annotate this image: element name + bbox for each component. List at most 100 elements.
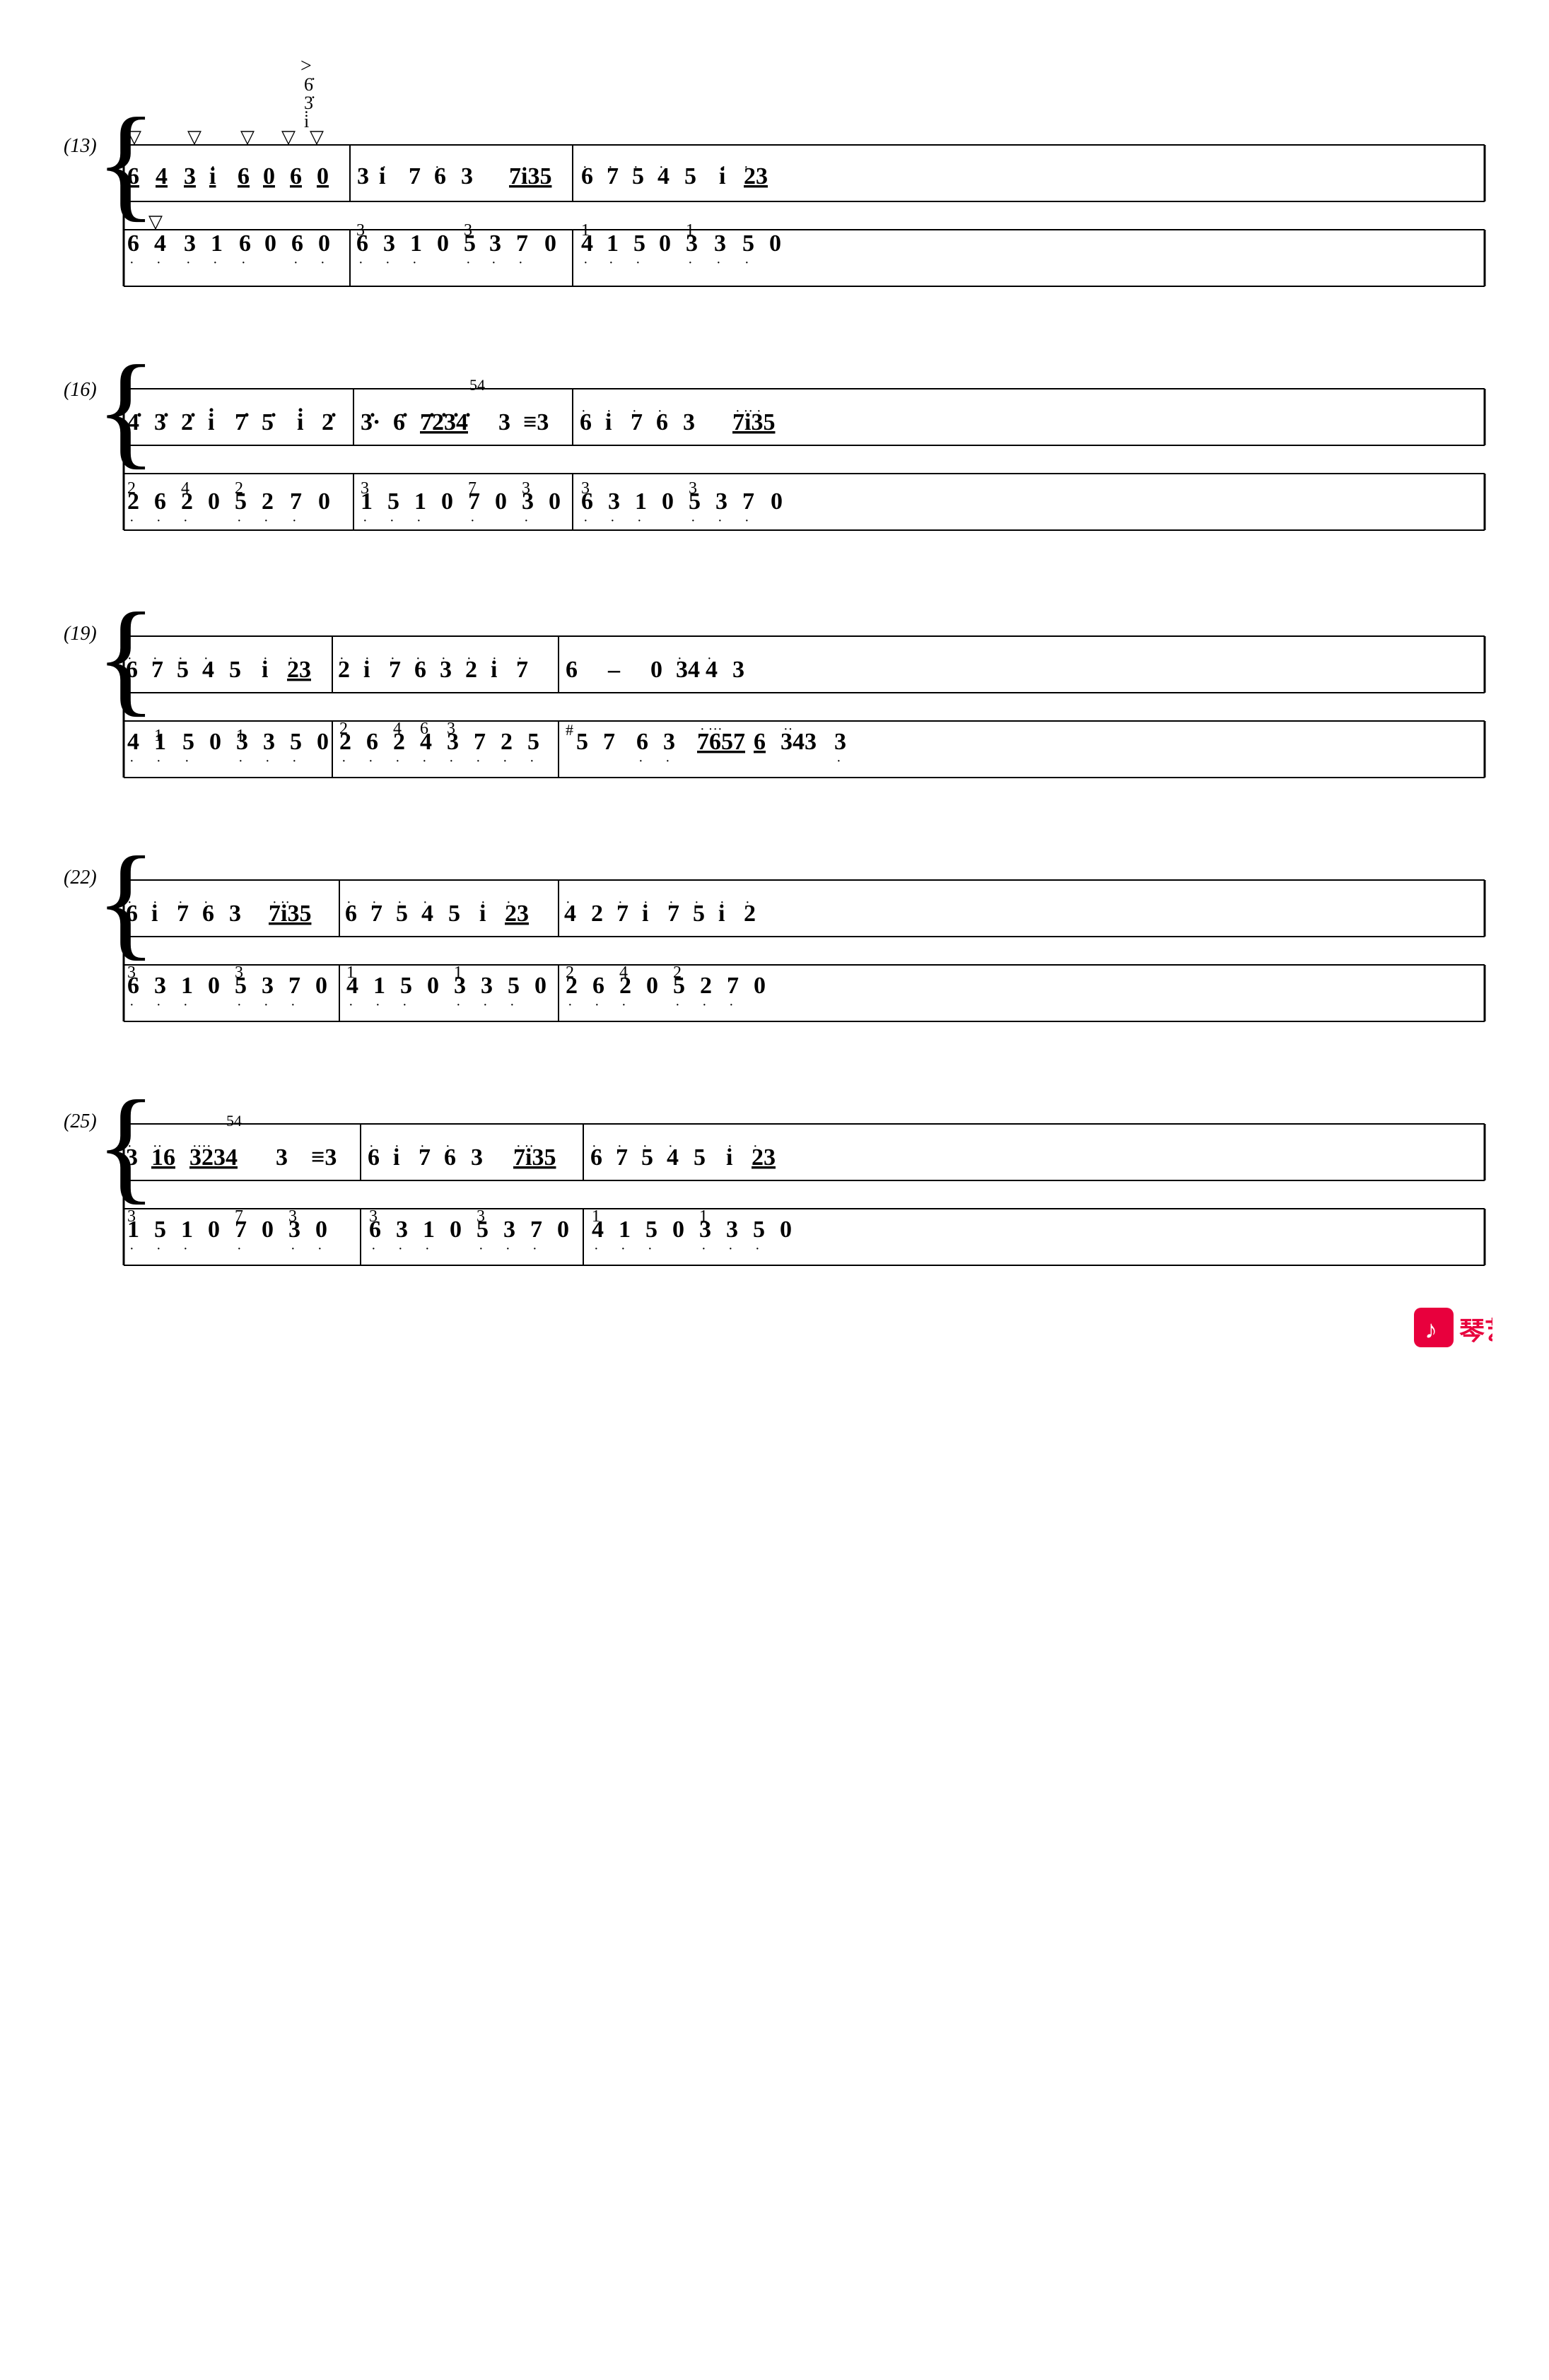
dot-1-l19: · (156, 754, 161, 769)
note-3-u16m3: 3 (683, 409, 695, 435)
note-3-l19m2: 3 (447, 729, 459, 755)
note-i-u25m3: i (726, 1144, 732, 1171)
dot-6-l19m2: · (368, 754, 373, 769)
note-5-l22: 5 (235, 973, 247, 999)
note-7-u19: 7 (151, 657, 163, 683)
down-bow-1: ▽ (127, 127, 141, 147)
system-number-19: (19) (64, 623, 97, 645)
note-3-u22: 3 (229, 901, 241, 927)
note-5-u16: 5̇ (262, 409, 276, 435)
note-2-l19m2: 2 (339, 729, 351, 755)
note-23-u19: 23 (287, 657, 311, 683)
note-3b-l25m2: 3 (503, 1217, 515, 1243)
note-5-u22m3: 5 (693, 901, 705, 927)
note-5-l19m2: 5 (527, 729, 539, 755)
note-4-u19m3: 4 (706, 657, 718, 683)
dot-5-l25m3b: · (755, 1241, 760, 1257)
note-0-l25: 0 (208, 1217, 220, 1243)
dot-below-5-l16m3: · (691, 513, 696, 529)
dot-4-l25m3: · (594, 1241, 599, 1257)
dot-1-l25: · (129, 1241, 134, 1257)
dot-3b-l19: · (265, 754, 270, 769)
note-0-l16m3: 0 (771, 488, 783, 515)
note-0b-l13: 0 (318, 230, 330, 257)
note-6-u22b: 6 (202, 901, 214, 927)
note-5-lm2-13: 5 (464, 230, 476, 257)
dot-below-3b-lm3: · (716, 255, 721, 271)
note-0-l22m3: 0 (754, 973, 766, 999)
note-3-l16m3: 3 (608, 488, 620, 515)
note-0-l25m2: 0 (450, 1217, 462, 1243)
note-3b-lm3-13: 3 (714, 230, 726, 257)
note-7-u16m3: 7 (631, 409, 643, 435)
dot-3b-l22m2: · (483, 997, 488, 1013)
dot-below-1-l16m2: · (363, 513, 368, 529)
rest-u19m3: – (607, 657, 621, 683)
note-343-l19m3: 343 (781, 729, 817, 755)
note-4-l19: 4 (127, 729, 139, 755)
note-i-u16m3: i (605, 409, 612, 435)
note-7-lm2-13: 7 (516, 230, 528, 257)
tuplet-54-25: 54 (226, 1112, 242, 1130)
note-5-l19b: 5 (290, 729, 302, 755)
note-23-u22m2: 23 (505, 901, 529, 927)
note-5-l22m2b: 5 (508, 973, 520, 999)
note-7-m3-u13: 7 (607, 163, 619, 189)
note-5b-m3-u13: 5 (684, 163, 696, 189)
note-7-l25: 7 (235, 1217, 247, 1243)
note-3-l25m2: 3 (396, 1217, 408, 1243)
note-5-l25m2: 5 (477, 1217, 489, 1243)
dot-below-1-l16m3: · (637, 513, 642, 529)
dot-2c-l22m3: · (702, 997, 707, 1013)
note-3-l22: 3 (154, 973, 166, 999)
note-1-l13: 1 (211, 230, 223, 257)
note-5-u25m3: 5 (641, 1144, 653, 1171)
dot-7-l22m3: · (729, 997, 734, 1013)
dot-3b-l19m3: · (836, 754, 841, 769)
dot-below-0b: · (320, 255, 325, 271)
note-7-l19m3: 7 (603, 729, 615, 755)
note-5-u25m3b: 5 (694, 1144, 706, 1171)
note-6c-u13: 6 (290, 163, 302, 189)
dot-2-l19m2: · (341, 754, 346, 769)
note-3-u25m2: 3 (471, 1144, 483, 1171)
dot-5-l25m2: · (479, 1241, 484, 1257)
note-3b-l25m3: 3 (726, 1217, 738, 1243)
note-i-u25m2: i (393, 1144, 399, 1171)
note-7-u19m2b: 7 (516, 657, 528, 683)
dot-7-l22: · (291, 997, 296, 1013)
ornament-6-dot: 6̇ (304, 74, 315, 95)
dot-below-3-lm2: · (385, 255, 390, 271)
dot-below-5-lm3: · (636, 255, 641, 271)
note-i2-u16: i̇ (297, 408, 303, 435)
dot-2-l22m3: · (568, 997, 573, 1013)
brace-13: { (95, 92, 156, 233)
note-0-l25m3: 0 (672, 1217, 684, 1243)
note-i-m3-u13: i (719, 163, 725, 189)
note-3b-l19: 3 (263, 729, 275, 755)
logo-symbol: ♪ (1425, 1315, 1437, 1344)
note-2c-l19m2: 2 (501, 729, 513, 755)
note-3-u16m2: 3 (498, 409, 510, 435)
note-6c-l13: 6 (291, 230, 303, 257)
dot-6-l22: · (129, 997, 134, 1013)
system-number-22: (22) (64, 867, 97, 889)
brace-16: { (95, 339, 156, 480)
dot-5-l22m2b: · (510, 997, 515, 1013)
dot-1-l25m2: · (425, 1241, 430, 1257)
dot-3-l25: · (291, 1241, 296, 1257)
note-6b-u25m2: 6 (444, 1144, 456, 1171)
note-1-l16m2: 1 (361, 488, 373, 515)
system-number-25: (25) (64, 1110, 97, 1132)
note-2-u16b: 2̇ (322, 409, 336, 435)
note-7-l16: 7 (290, 488, 302, 515)
note-3-l19m3: 3 (663, 729, 675, 755)
note-7-l25m2: 7 (530, 1217, 542, 1243)
dot-0c-l25: · (317, 1241, 322, 1257)
down-bow-lower: ▽ (148, 211, 163, 232)
note-3b-lm2-13: 3 (489, 230, 501, 257)
note-6-m3-u13: 6 (581, 163, 593, 189)
note-5-lm3-13: 5 (633, 230, 645, 257)
note-i-u16: i̇ (208, 408, 214, 435)
note-2b-l19m2: 2 (393, 729, 405, 755)
